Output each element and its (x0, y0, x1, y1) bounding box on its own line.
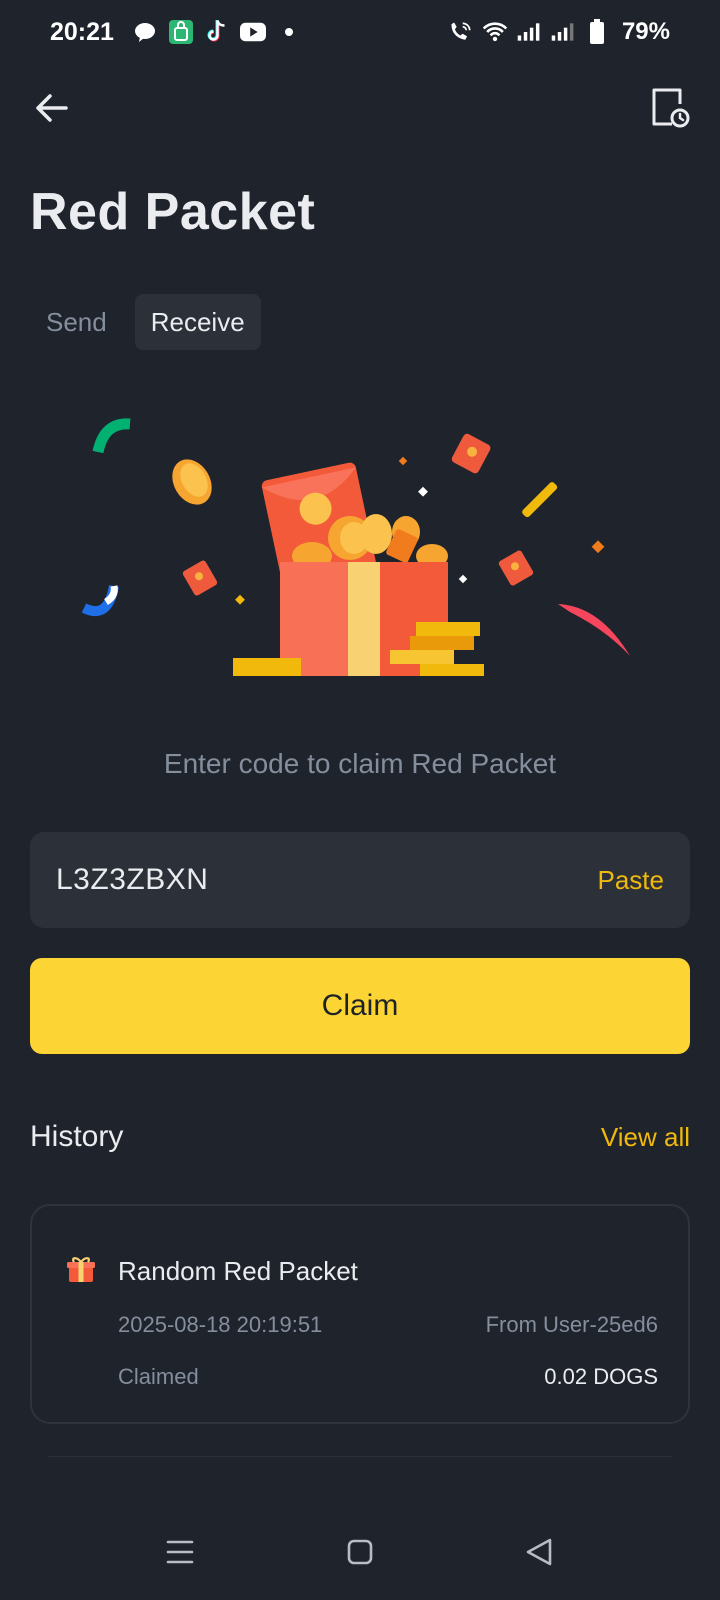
back-triangle-icon[interactable] (518, 1530, 562, 1574)
history-item-status: Claimed (118, 1364, 199, 1389)
signal-icon (550, 19, 576, 45)
system-nav-bar (0, 1512, 720, 1592)
history-item-title: Random Red Packet (118, 1256, 358, 1286)
shop-icon (168, 19, 194, 45)
menu-icon[interactable] (158, 1530, 202, 1574)
code-input[interactable]: L3Z3ZBXN Paste (30, 832, 690, 928)
chat-bubble-icon (132, 19, 158, 45)
youtube-icon (239, 19, 266, 45)
document-clock-icon[interactable] (650, 86, 690, 130)
dot-icon (276, 19, 302, 45)
status-bar: 20:21 79% (0, 0, 720, 64)
tiktok-icon (204, 19, 230, 45)
wifi-call-icon (448, 19, 474, 45)
wifi-icon (482, 19, 508, 45)
status-indicators: 79% (448, 18, 670, 46)
page-title: Red Packet (30, 183, 316, 241)
divider (48, 1456, 672, 1457)
arrow-left-icon[interactable] (30, 86, 74, 130)
paste-button[interactable]: Paste (598, 865, 665, 896)
gift-icon (66, 1254, 96, 1284)
battery-icon (584, 19, 610, 45)
status-time: 20:21 (50, 17, 114, 46)
battery-percentage: 79% (621, 18, 670, 45)
view-all-link[interactable]: View all (601, 1122, 690, 1153)
history-item-amount: 0.02 DOGS (544, 1364, 658, 1389)
signal-icon (516, 19, 542, 45)
history-title: History (30, 1120, 124, 1153)
code-value[interactable]: L3Z3ZBXN (56, 863, 598, 897)
tab-receive[interactable]: Receive (134, 294, 261, 350)
history-item-sender: From User-25ed6 (485, 1312, 658, 1337)
history-item[interactable]: Random Red Packet 2025-08-18 20:19:51 Fr… (30, 1204, 690, 1424)
top-nav (0, 78, 720, 138)
claim-prompt: Enter code to claim Red Packet (163, 748, 557, 779)
red-packet-illustration (70, 410, 650, 700)
tab-send[interactable]: Send (30, 294, 123, 350)
status-app-icons (132, 19, 302, 45)
claim-button[interactable]: Claim (30, 958, 690, 1054)
home-icon[interactable] (338, 1530, 382, 1574)
tab-bar: Send Receive (30, 294, 261, 350)
history-item-date: 2025-08-18 20:19:51 (118, 1312, 323, 1337)
